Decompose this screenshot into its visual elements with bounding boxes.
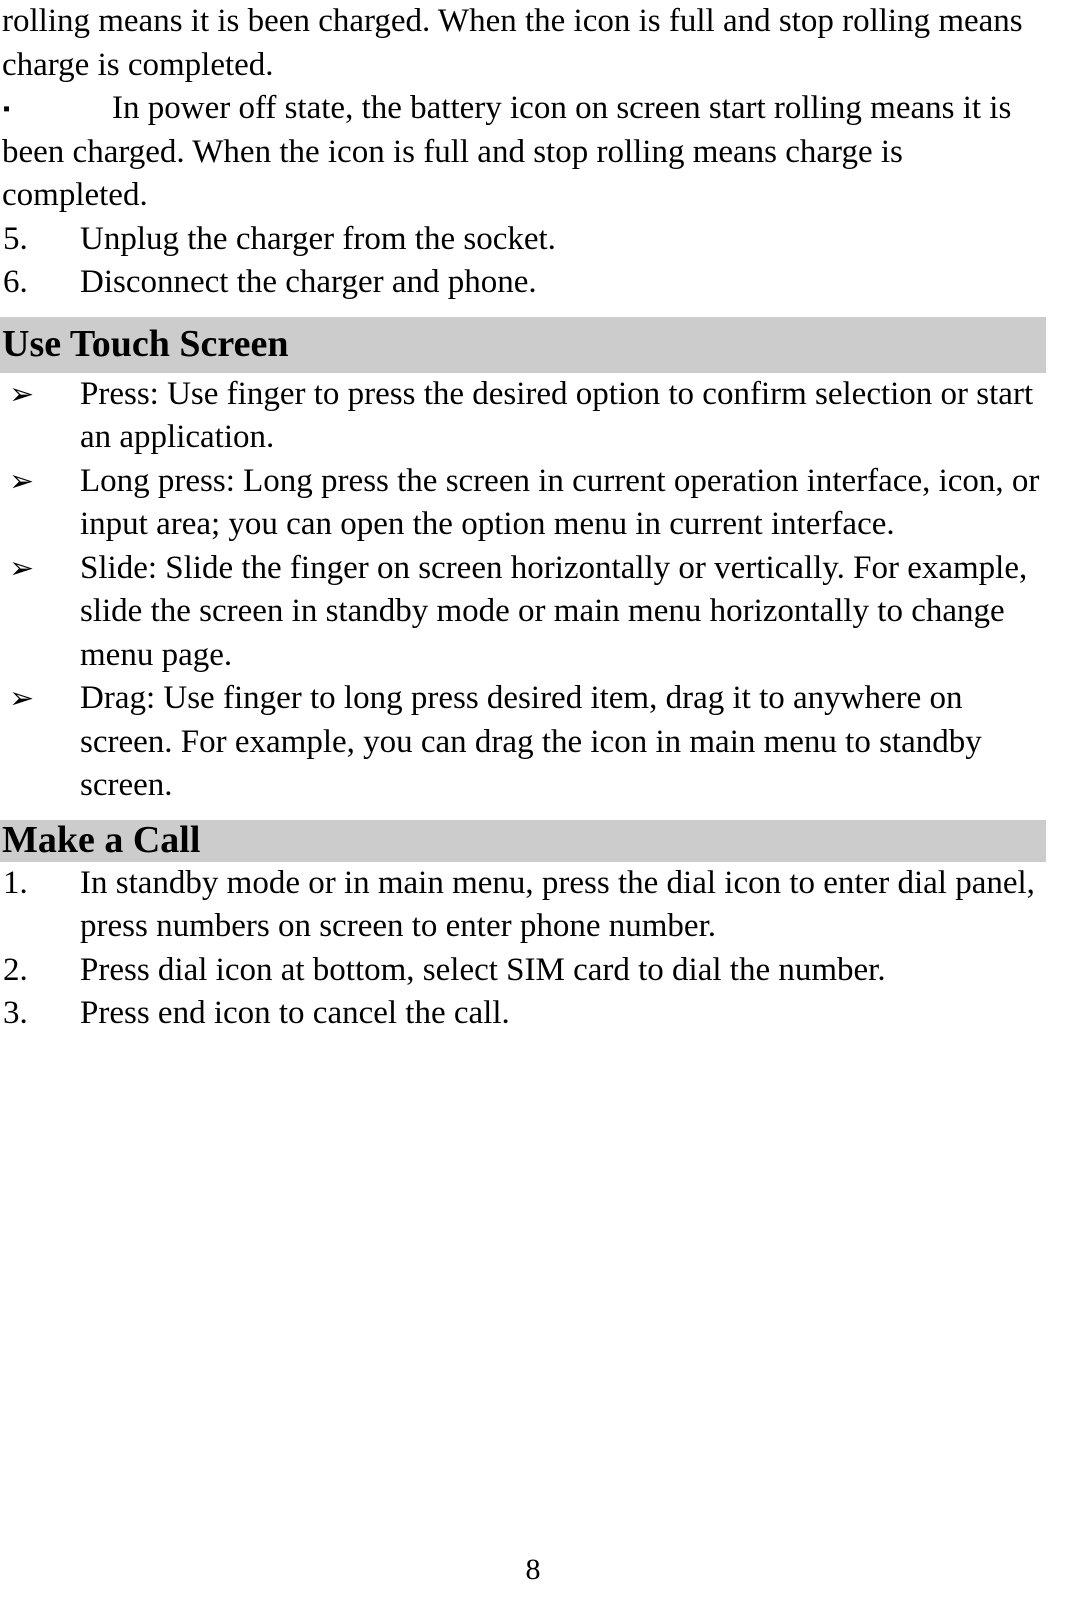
section-heading-text: Use Touch Screen	[2, 322, 289, 365]
list-item: ➢ Long press: Long press the screen in c…	[0, 460, 1056, 547]
list-item: 1. In standby mode or in main menu, pres…	[0, 862, 1056, 949]
list-item: 6. Disconnect the charger and phone.	[0, 261, 1056, 305]
page-content: rolling means it is been charged. When t…	[0, 0, 1066, 1036]
list-marker: 6.	[3, 264, 28, 300]
list-item: ➢ Press: Use finger to press the desired…	[0, 373, 1056, 460]
continuation-paragraph: rolling means it is been charged. When t…	[2, 3, 1023, 83]
page-number: 8	[525, 1553, 541, 1586]
list-item: 2. Press dial icon at bottom, select SIM…	[0, 949, 1056, 993]
list-marker: 5.	[3, 220, 28, 257]
section-heading-make-a-call: Make a Call	[0, 818, 1046, 862]
arrow-bullet-icon: ➢	[9, 376, 35, 412]
list-item-text: Long press: Long press the screen in cur…	[80, 462, 1040, 543]
list-item-text: Drag: Use finger to long press desired i…	[80, 680, 982, 803]
list-item: ➢ Slide: Slide the finger on screen hori…	[0, 547, 1056, 678]
list-item-text: Disconnect the charger and phone.	[80, 264, 537, 300]
square-bullet-icon: ▪	[3, 98, 11, 120]
list-marker: 2.	[3, 951, 28, 988]
list-marker: 1.	[3, 864, 28, 901]
list-item-text: In standby mode or in main menu, press t…	[80, 864, 1035, 945]
square-bullet-text: In power off state, the battery icon on …	[2, 90, 1012, 213]
list-item-text: Unplug the charger from the socket.	[80, 220, 556, 257]
arrow-bullet-icon: ➢	[9, 550, 35, 586]
list-item-text: Press: Use finger to press the desired o…	[80, 375, 1034, 456]
list-item: ➢ Drag: Use finger to long press desired…	[0, 677, 1056, 808]
list-item-text: Press end icon to cancel the call.	[80, 995, 510, 1031]
section-heading-text: Make a Call	[2, 818, 201, 861]
square-bullet-item: ▪ In power off state, the battery icon o…	[0, 87, 1056, 218]
document-page: rolling means it is been charged. When t…	[0, 0, 1066, 1598]
arrow-bullet-icon: ➢	[9, 463, 35, 499]
arrow-bullet-icon: ➢	[9, 681, 35, 716]
list-item-text: Press dial icon at bottom, select SIM ca…	[80, 951, 886, 988]
section-heading-use-touch-screen: Use Touch Screen	[0, 316, 1046, 373]
list-item: 5. Unplug the charger from the socket.	[0, 218, 1056, 262]
list-item: 3. Press end icon to cancel the call.	[0, 992, 1056, 1036]
list-marker: 3.	[3, 995, 28, 1031]
list-item-text: Slide: Slide the finger on screen horizo…	[80, 549, 1028, 673]
